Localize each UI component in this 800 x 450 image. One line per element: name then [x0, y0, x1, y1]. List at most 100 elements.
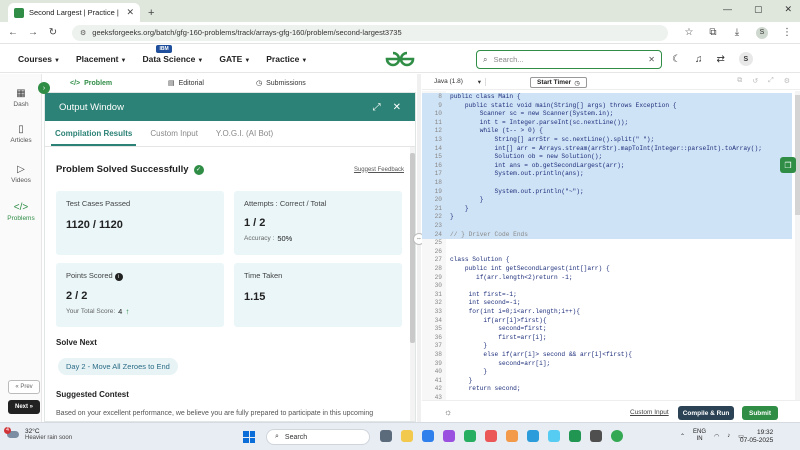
code-line[interactable]: 39 second=arr[i]; — [422, 360, 792, 369]
code-line[interactable]: 32 int second=-1; — [422, 299, 792, 308]
menu-placement[interactable]: Placement ▼ — [76, 54, 126, 64]
code-line[interactable]: 11 int t = Integer.parseInt(sc.nextLine(… — [422, 118, 792, 128]
task-view-icon[interactable] — [380, 430, 392, 442]
back-icon[interactable]: ← — [8, 27, 18, 38]
windows-start-icon[interactable] — [243, 431, 255, 443]
code-line[interactable]: 12 while (t-- > 0) { — [422, 127, 792, 136]
code-line[interactable]: 24 // } Driver Code Ends — [422, 230, 792, 240]
file-explorer-icon[interactable] — [401, 430, 413, 442]
tab-problem[interactable]: </> Problem — [70, 80, 112, 87]
code-line[interactable]: 13 String[] arrStr = sc.nextLine().split… — [422, 136, 792, 145]
copy-icon[interactable]: ⧉ — [737, 77, 742, 85]
app-icon[interactable] — [485, 430, 497, 442]
dark-mode-icon[interactable]: ☾ — [672, 54, 681, 65]
app-icon[interactable] — [506, 430, 518, 442]
tab-compilation-results[interactable]: Compilation Results — [50, 129, 137, 146]
panel-splitter[interactable] — [417, 74, 421, 422]
code-line[interactable]: 10 Scanner sc = new Scanner(System.in); — [422, 110, 792, 119]
code-line[interactable]: 27 class Solution { — [422, 256, 792, 265]
app-icon[interactable] — [590, 430, 602, 442]
chrome-icon[interactable] — [611, 430, 623, 442]
url-field[interactable]: ⚙ geeksforgeeks.org/batch/gfg-160-proble… — [72, 24, 668, 41]
code-editor[interactable]: 8 public class Main {9 public static void… — [422, 91, 800, 400]
app-icon[interactable] — [443, 430, 455, 442]
next-button[interactable]: Next » — [8, 400, 40, 414]
browser-tab[interactable]: Second Largest | Practice | Geeks ✕ — [8, 3, 140, 22]
tab-yogi-ai-bot[interactable]: Y.O.G.I. (AI Bot) — [216, 129, 273, 138]
menu-gate[interactable]: GATE ▼ — [219, 54, 250, 64]
code-line[interactable]: 14 int[] arr = Arrays.stream(arrStr).map… — [422, 144, 792, 154]
settings-icon[interactable]: ⚙ — [784, 77, 790, 85]
input-language[interactable]: ENG IN — [693, 429, 706, 443]
chat-icon[interactable]: ❐ — [780, 157, 796, 173]
code-line[interactable]: 35 second=first; — [422, 325, 792, 334]
site-info-icon[interactable]: ⚙ — [80, 29, 86, 37]
custom-input-link[interactable]: Custom Input — [630, 409, 669, 416]
solve-next-item[interactable]: Day 2 - Move All Zeroes to End — [58, 358, 178, 375]
close-window-icon[interactable]: ✕ — [784, 4, 792, 15]
suggest-feedback-link[interactable]: Suggest Feedback — [354, 167, 404, 173]
code-line[interactable]: 28 public int getSecondLargest(int[]arr)… — [422, 265, 792, 274]
tab-editorial[interactable]: ▤ Editorial — [168, 79, 204, 88]
user-avatar[interactable]: S — [738, 52, 753, 66]
code-line[interactable]: 20 } — [422, 196, 792, 205]
sidebar-item-problems[interactable]: </> Problems — [0, 202, 42, 222]
code-line[interactable]: 41 } — [422, 377, 792, 386]
submit-button[interactable]: Submit — [742, 406, 778, 420]
code-line[interactable]: 21 } — [422, 204, 792, 214]
sidebar-item-dash[interactable]: ▦ Dash — [0, 88, 42, 108]
search-input[interactable]: Search... — [493, 55, 642, 64]
site-search[interactable]: ⌕ Search... ✕ — [476, 50, 662, 69]
close-icon[interactable]: ✕ — [393, 102, 401, 113]
code-line[interactable]: 18 — [422, 179, 792, 188]
download-icon[interactable]: ⤓ — [732, 27, 742, 38]
language-select[interactable]: Java (1.8) ▾ — [434, 77, 486, 86]
extensions-icon[interactable]: ⧉ — [708, 27, 718, 38]
wifi-icon[interactable]: ◠ — [714, 433, 719, 440]
volume-icon[interactable]: ♪ — [727, 433, 730, 439]
bookmark-star-icon[interactable]: ☆ — [684, 27, 694, 38]
code-line[interactable]: 22} — [422, 213, 792, 222]
code-line[interactable]: 40 } — [422, 368, 792, 377]
new-tab-icon[interactable]: + — [148, 7, 154, 19]
app-icon[interactable] — [548, 430, 560, 442]
prev-button[interactable]: « Prev — [8, 380, 40, 394]
code-line[interactable]: 31 int first=-1; — [422, 291, 792, 300]
start-timer-button[interactable]: Start Timer ◷ — [530, 77, 587, 88]
tab-submissions[interactable]: ◷ Submissions — [256, 79, 306, 88]
app-icon[interactable] — [464, 430, 476, 442]
code-line[interactable]: 23 — [422, 222, 792, 231]
system-clock[interactable]: 19:32 07-05-2025 — [740, 429, 773, 445]
code-line[interactable]: 25 — [422, 239, 792, 248]
editor-scrollbar-thumb[interactable] — [795, 95, 800, 215]
code-line[interactable]: 33 for(int i=0;i<arr.length;i++){ — [422, 308, 792, 317]
browser-profile-avatar[interactable]: S — [756, 26, 768, 39]
reload-icon[interactable]: ↻ — [48, 27, 58, 38]
gfg-logo[interactable] — [384, 50, 416, 68]
code-line[interactable]: 37 } — [422, 342, 792, 351]
maximize-icon[interactable]: ▢ — [754, 4, 763, 15]
code-line[interactable]: 8 public class Main { — [422, 93, 792, 102]
app-icon[interactable] — [527, 430, 539, 442]
close-tab-icon[interactable]: ✕ — [126, 7, 134, 18]
forward-icon[interactable]: → — [28, 27, 38, 38]
menu-practice[interactable]: Practice ▼ — [266, 54, 307, 64]
menu-courses[interactable]: Courses ▼ — [18, 54, 60, 64]
fullscreen-icon[interactable]: ⤢ — [768, 77, 774, 85]
code-line[interactable]: 30 — [422, 282, 792, 291]
code-line[interactable]: 38 else if(arr[i]> second && arr[i]<firs… — [422, 351, 792, 360]
sidebar-item-articles[interactable]: ▯ Articles — [0, 124, 42, 144]
whatsapp-icon[interactable] — [569, 430, 581, 442]
weather-widget[interactable]: 4 32°C Heavier rain soon — [4, 426, 72, 441]
minimize-icon[interactable]: — — [723, 4, 732, 15]
code-line[interactable]: 17 System.out.println(ans); — [422, 170, 792, 179]
code-line[interactable]: 16 int ans = ob.getSecondLargest(arr); — [422, 161, 792, 171]
clear-search-icon[interactable]: ✕ — [648, 55, 655, 64]
tab-custom-input[interactable]: Custom Input — [150, 129, 198, 138]
collapse-sidebar-button[interactable]: › — [38, 82, 50, 94]
code-line[interactable]: 9 public static void main(String[] args)… — [422, 101, 792, 111]
tray-chevron-up-icon[interactable]: ⌃ — [680, 433, 685, 440]
browser-menu-icon[interactable]: ⋮ — [782, 27, 792, 38]
lightbulb-icon[interactable]: ☼ — [444, 407, 452, 417]
info-icon[interactable]: i — [114, 273, 123, 281]
